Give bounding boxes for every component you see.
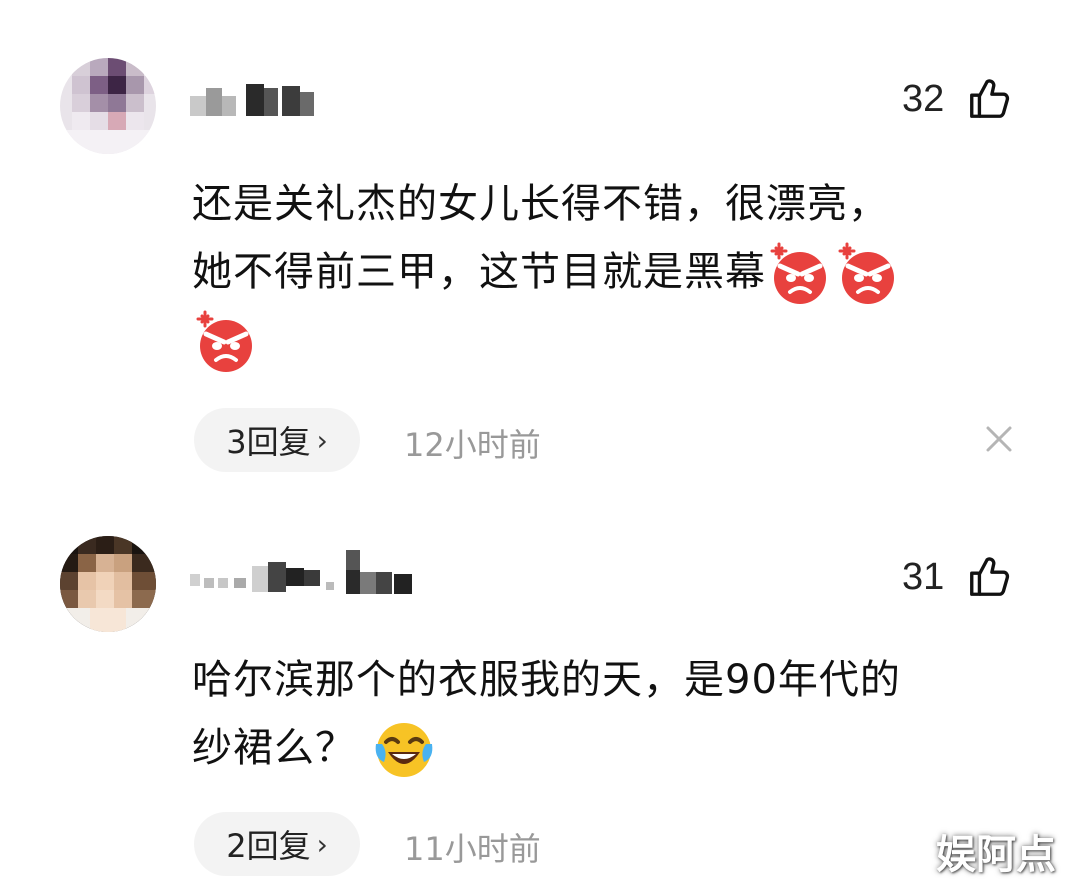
watermark-logo: 娱阿点	[936, 832, 1056, 878]
close-icon[interactable]	[984, 424, 1014, 454]
thumbs-up-icon[interactable]	[966, 554, 1012, 600]
comment-text-segment: 她不得前三甲，这节目就是黑幕	[192, 249, 766, 295]
angry-face-emoji	[196, 310, 252, 372]
like-count: 31	[902, 556, 945, 598]
username-pixelated[interactable]	[190, 74, 320, 122]
timestamp: 12小时前	[404, 426, 541, 464]
username-mosaic	[190, 84, 314, 116]
chevron-right-icon: ›	[316, 827, 328, 861]
timestamp: 11小时前	[404, 830, 541, 868]
comment-text: 哈尔滨那个的衣服我的天，是90年代的 纱裙么？	[192, 646, 1022, 782]
comment-item: 31 哈尔滨那个的衣服我的天，是90年代的 纱裙么？ 2回复 › 11小时前	[0, 500, 1080, 892]
avatar-mosaic-image	[60, 536, 156, 632]
replies-label: 3回复	[226, 423, 311, 461]
avatar[interactable]	[60, 58, 156, 154]
comment-text: 还是关礼杰的女儿长得不错，很漂亮， 她不得前三甲，这节目就是黑幕	[192, 170, 1022, 374]
replies-button[interactable]: 3回复 ›	[194, 408, 360, 472]
angry-face-emoji	[838, 242, 894, 304]
comment-text-segment: 纱裙么？	[192, 725, 356, 771]
username-mosaic	[190, 550, 412, 594]
laughing-crying-emoji	[375, 723, 433, 777]
thumbs-up-icon[interactable]	[966, 76, 1012, 122]
chevron-right-icon: ›	[316, 423, 328, 457]
comment-text-line: 她不得前三甲，这节目就是黑幕	[192, 238, 1022, 306]
comment-text-line: 哈尔滨那个的衣服我的天，是90年代的	[192, 657, 901, 703]
username-pixelated[interactable]	[190, 548, 420, 596]
replies-button[interactable]: 2回复 ›	[194, 812, 360, 876]
avatar-mosaic-image	[60, 58, 156, 154]
avatar[interactable]	[60, 536, 156, 632]
comment-item: 32 还是关礼杰的女儿长得不错，很漂亮， 她不得前三甲，这节目就是黑幕 3回复 …	[0, 0, 1080, 500]
like-count: 32	[902, 78, 945, 120]
comment-text-line	[192, 306, 1022, 374]
angry-face-emoji	[770, 242, 826, 304]
comment-text-line: 纱裙么？	[192, 714, 1022, 782]
replies-label: 2回复	[226, 827, 311, 865]
comment-text-line: 还是关礼杰的女儿长得不错，很漂亮，	[192, 181, 889, 227]
